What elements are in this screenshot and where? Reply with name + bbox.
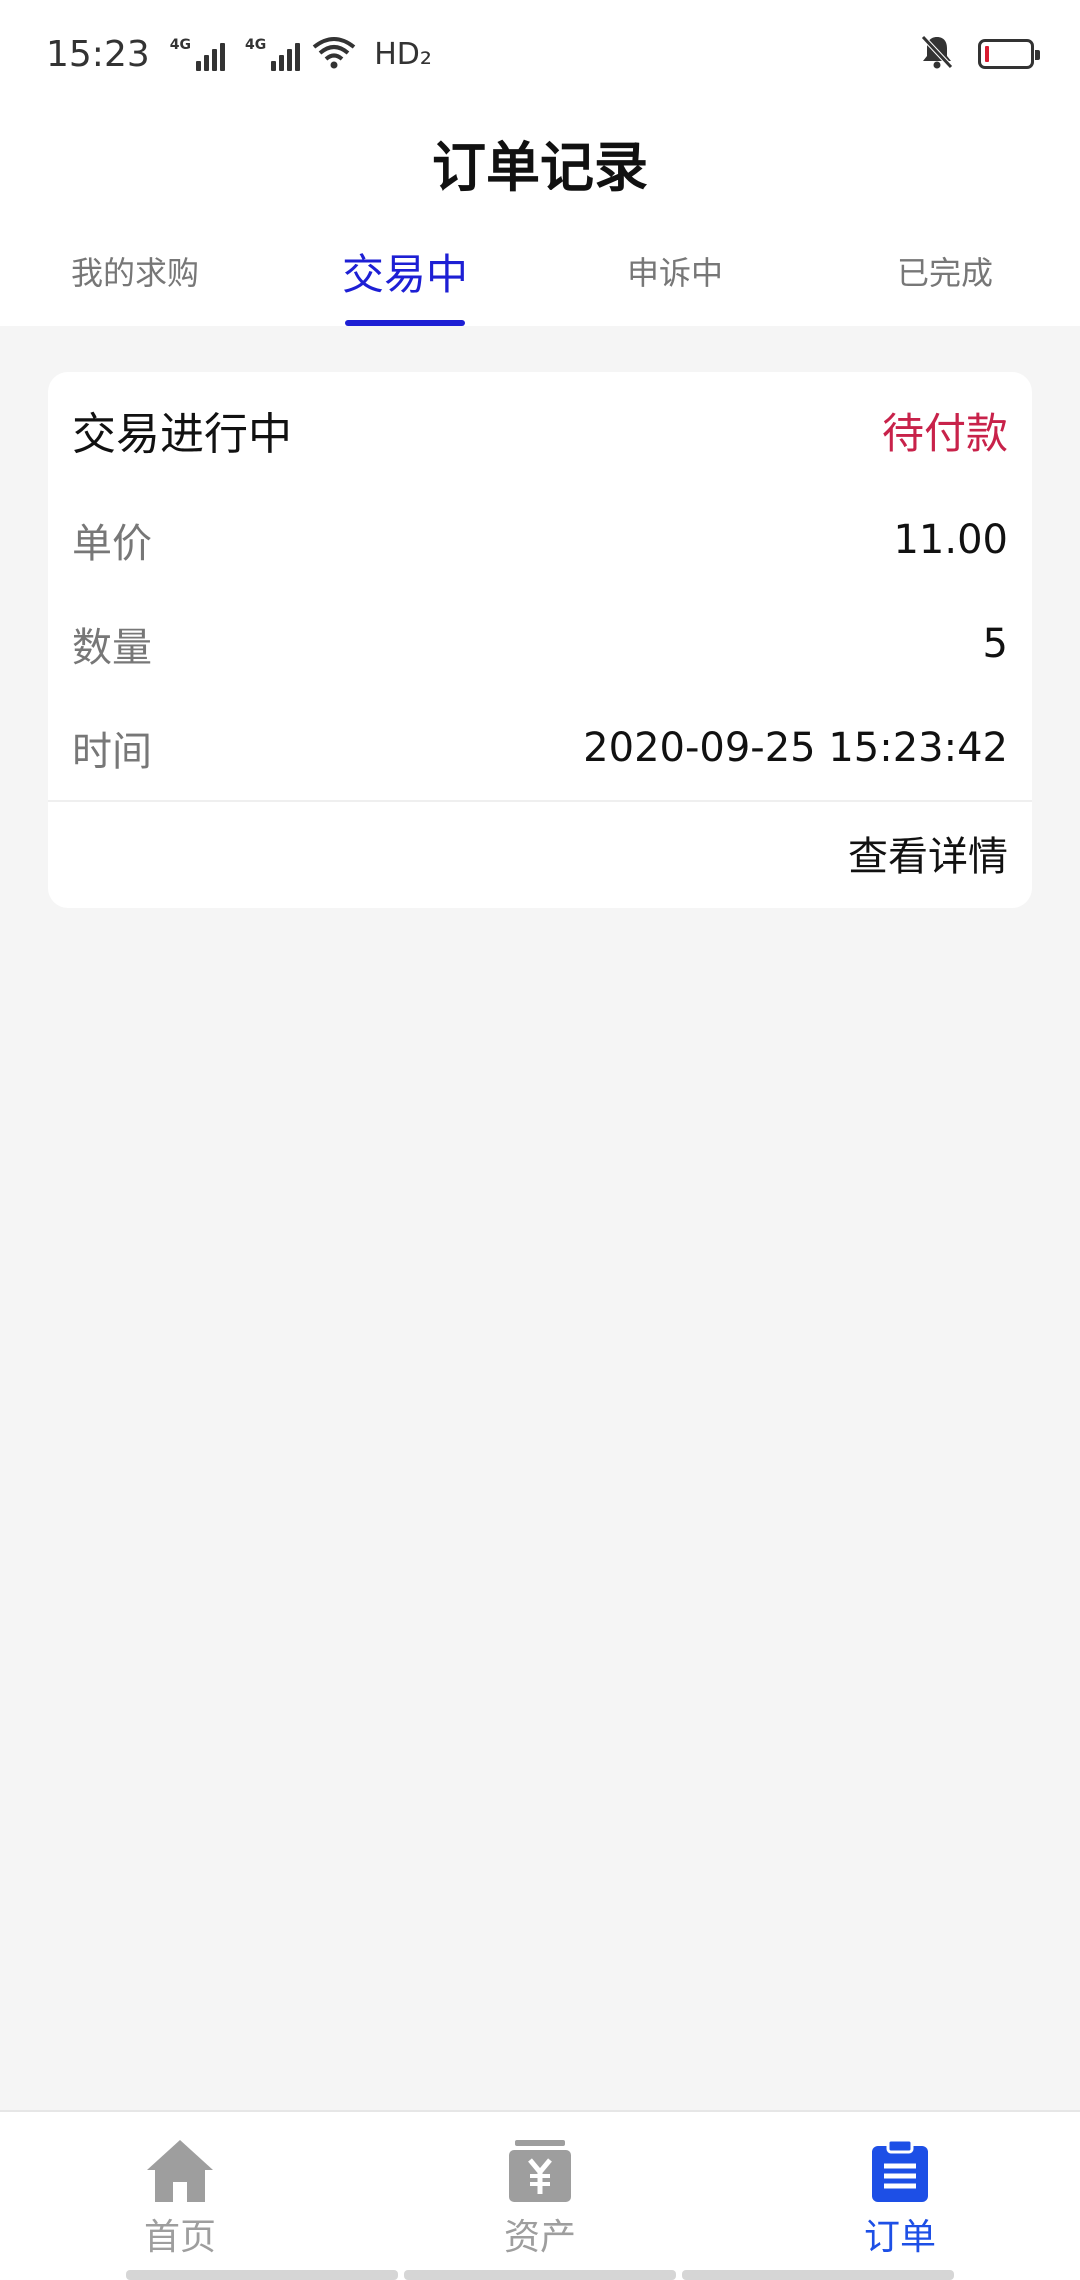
status-left: 15:23 4G 4G HD₂ [46, 34, 432, 75]
tab-appeal[interactable]: 申诉中 [540, 216, 810, 326]
home-icon [145, 2138, 215, 2204]
order-card: 交易进行中 待付款 单价 11.00 数量 5 时间 2020-09-25 15… [48, 372, 1032, 908]
order-title: 交易进行中 [72, 409, 292, 460]
page-title: 订单记录 [432, 135, 648, 199]
order-row-key: 时间 [72, 729, 152, 775]
order-card-header: 交易进行中 待付款 [48, 372, 1032, 488]
wallet-yen-icon [507, 2138, 573, 2204]
wifi-icon [312, 35, 356, 73]
tab-label: 交易中 [341, 249, 468, 299]
active-tab-indicator [345, 320, 465, 326]
nav-label: 订单 [863, 2217, 936, 2258]
tab-label: 已完成 [896, 254, 993, 292]
order-row-value: 11.00 [893, 517, 1008, 563]
order-status-badge: 待付款 [881, 408, 1008, 458]
hd-voice-label: HD₂ [374, 36, 432, 72]
order-tabs: 我的求购 交易中 申诉中 已完成 [0, 216, 1080, 326]
signal-network-label-2: 4G [244, 37, 267, 53]
battery-icon [978, 39, 1040, 69]
order-card-footer: 查看详情 [48, 800, 1032, 904]
cellular-signal-icon-2: 4G [244, 37, 301, 71]
tab-label: 申诉中 [626, 254, 723, 292]
nav-item-orders[interactable]: 订单 [720, 2112, 1080, 2280]
nav-item-home[interactable]: 首页 [0, 2112, 360, 2280]
tab-completed[interactable]: 已完成 [810, 216, 1080, 326]
status-time: 15:23 [46, 33, 150, 75]
order-row-price: 单价 11.00 [48, 488, 1032, 592]
cellular-signal-icon: 4G [170, 37, 225, 71]
nav-label: 首页 [143, 2217, 216, 2258]
tab-trading[interactable]: 交易中 [270, 216, 540, 326]
status-bar: 15:23 4G 4G HD₂ [0, 0, 1080, 108]
order-row-value: 2020-09-25 15:23:42 [583, 725, 1008, 771]
nav-item-assets[interactable]: 资产 [360, 2112, 720, 2280]
gesture-bar [126, 2270, 954, 2280]
screen: 15:23 4G 4G HD₂ 订单记录 我的求购 交易中 申诉中 已完成 交易… [0, 0, 1080, 2280]
order-row-quantity: 数量 5 [48, 592, 1032, 696]
order-row-value: 5 [982, 621, 1008, 667]
tab-label: 我的求购 [70, 254, 199, 292]
header: 订单记录 [0, 108, 1080, 216]
status-right [920, 34, 1040, 74]
order-row-key: 单价 [72, 521, 152, 567]
order-row-time: 时间 2020-09-25 15:23:42 [48, 696, 1032, 800]
order-row-key: 数量 [72, 625, 152, 671]
bottom-nav: 首页 资产 订单 [0, 2110, 1080, 2280]
clipboard-icon [870, 2138, 930, 2204]
bell-muted-icon [920, 34, 954, 74]
signal-network-label: 4G [169, 37, 191, 53]
nav-label: 资产 [503, 2217, 576, 2258]
tab-my-purchase[interactable]: 我的求购 [0, 216, 270, 326]
view-details-button[interactable]: 查看详情 [848, 824, 1008, 882]
